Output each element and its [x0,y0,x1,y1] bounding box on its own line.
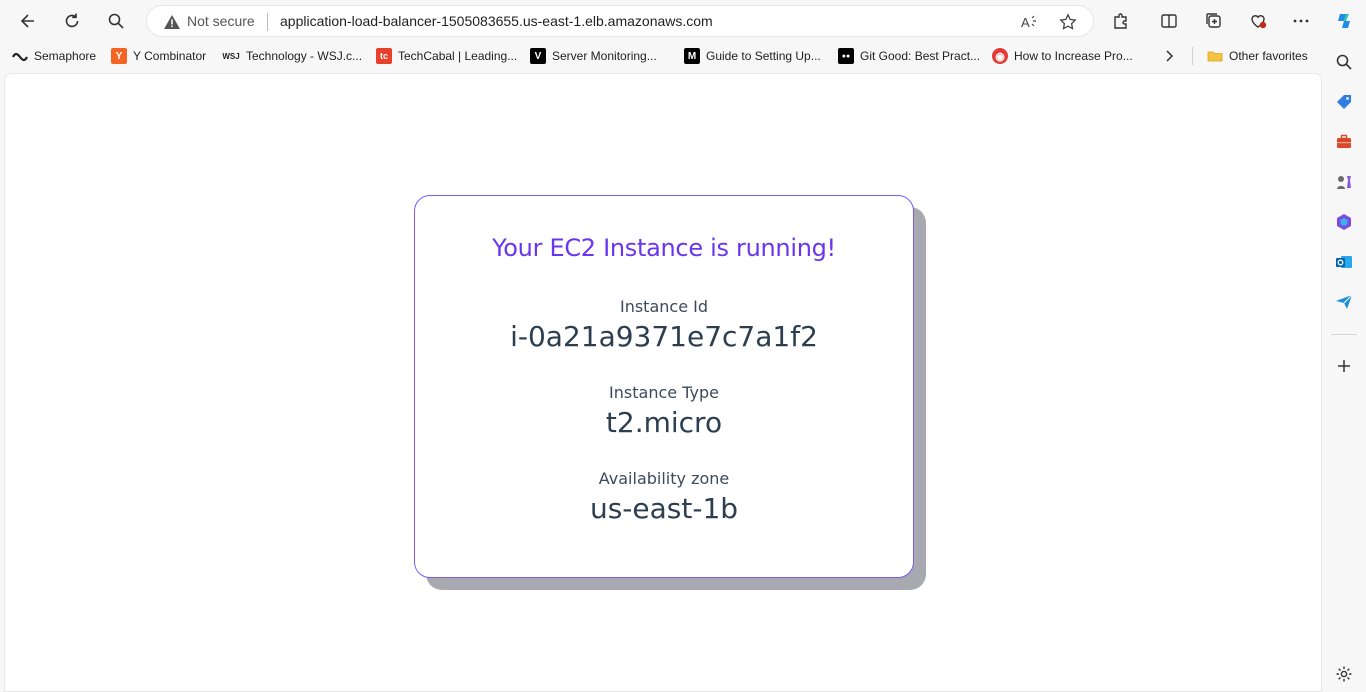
puzzle-icon [1114,13,1127,29]
split-screen-button[interactable] [1154,6,1184,36]
browser-toolbar: Not secure application-load-balancer-150… [0,0,1366,42]
favorite-item[interactable]: V Server Monitoring... [530,46,657,66]
card-title: Your EC2 Instance is running! [492,234,836,262]
add-sidebar-app-icon[interactable] [1333,355,1355,377]
favorite-item[interactable]: WSJ Technology - WSJ.c... [222,46,362,66]
favorite-item[interactable]: Semaphore [12,46,96,66]
heart-pulse-icon [1251,15,1267,29]
sidebar-search-icon[interactable] [1333,51,1355,73]
page-viewport: Your EC2 Instance is running! Instance I… [4,73,1322,692]
folder-icon [1207,51,1223,62]
settings-more-button[interactable] [1286,6,1316,36]
favorite-label: How to Increase Pro... [1014,49,1133,63]
games-chess-icon[interactable] [1333,171,1355,193]
favorite-item[interactable]: ●● Git Good: Best Pract... [838,46,980,66]
copilot-icon [1338,14,1350,28]
tools-briefcase-icon[interactable] [1333,131,1355,153]
other-favorites-folder[interactable]: Other favorites [1207,46,1308,66]
favorite-item[interactable]: ◉ How to Increase Pro... [992,46,1133,66]
techcabal-icon: tc [376,48,392,64]
sidebar-divider [1331,334,1357,335]
search-icon [108,13,124,29]
shopping-tag-icon[interactable] [1333,91,1355,113]
red-circle-icon: ◉ [992,48,1008,64]
favorite-item[interactable]: tc TechCabal | Leading... [376,46,517,66]
instance-type-label: Instance Type [609,383,719,402]
vercel-v-icon: V [530,48,546,64]
wsj-icon: WSJ [222,51,240,61]
chevron-right-icon [1166,50,1174,62]
address-separator [267,13,268,31]
instance-id-label: Instance Id [619,297,708,316]
favorite-item[interactable]: M Guide to Setting Up... [684,46,821,66]
back-button[interactable] [13,6,43,36]
more-dots-icon [1293,19,1309,23]
send-plane-icon[interactable] [1333,291,1355,313]
favorite-label: TechCabal | Leading... [398,49,518,63]
availability-zone-value: us-east-1b [589,492,739,525]
address-bar[interactable]: Not secure application-load-balancer-150… [146,5,1094,37]
extensions-button[interactable] [1106,6,1136,36]
copilot-button[interactable] [1329,6,1359,36]
favorite-item[interactable]: Y Y Combinator [111,46,206,66]
microsoft-365-icon[interactable] [1333,211,1355,233]
edge-sidebar [1323,42,1366,692]
favorite-label: Git Good: Best Pract... [860,49,981,63]
medium-icon: M [684,48,700,64]
url-text[interactable]: application-load-balancer-1505083655.us-… [280,13,713,29]
favorites-overflow-button[interactable] [1162,46,1176,66]
refresh-button[interactable] [57,6,87,36]
semaphore-icon [12,48,28,64]
instance-info-card: Your EC2 Instance is running! Instance I… [414,195,914,578]
favorite-star-icon[interactable] [1058,12,1078,32]
security-label[interactable]: Not secure [187,13,255,29]
favorites-separator [1192,47,1193,65]
favorite-label: Guide to Setting Up... [706,49,821,63]
svg-text:A: A [1021,15,1030,30]
availability-zone-label: Availability zone [598,469,730,488]
favorites-bar: Semaphore Y Y Combinator WSJ Technology … [0,42,1366,70]
favorite-label: Server Monitoring... [552,49,657,63]
split-screen-icon [1161,14,1177,28]
read-aloud-icon[interactable]: A [1019,12,1039,32]
y-combinator-icon: Y [111,48,127,64]
favorite-label: Technology - WSJ.c... [246,49,363,63]
back-arrow-icon [20,14,34,28]
instance-type-value: t2.micro [605,406,723,439]
collections-icon [1206,13,1221,28]
other-favorites-label: Other favorites [1229,49,1308,63]
favorite-label: Semaphore [34,49,97,63]
outlook-icon[interactable] [1333,251,1355,273]
refresh-icon [65,13,79,28]
medium-dots-icon: ●● [838,48,854,64]
instance-id-value: i-0a21a9371e7c7a1f2 [510,320,818,353]
favorite-label: Y Combinator [133,49,207,63]
sidebar-settings-gear-icon[interactable] [1333,663,1355,685]
search-button[interactable] [101,6,131,36]
browser-essentials-button[interactable] [1243,6,1273,36]
warning-triangle-icon [164,15,180,29]
collections-button[interactable] [1199,6,1229,36]
